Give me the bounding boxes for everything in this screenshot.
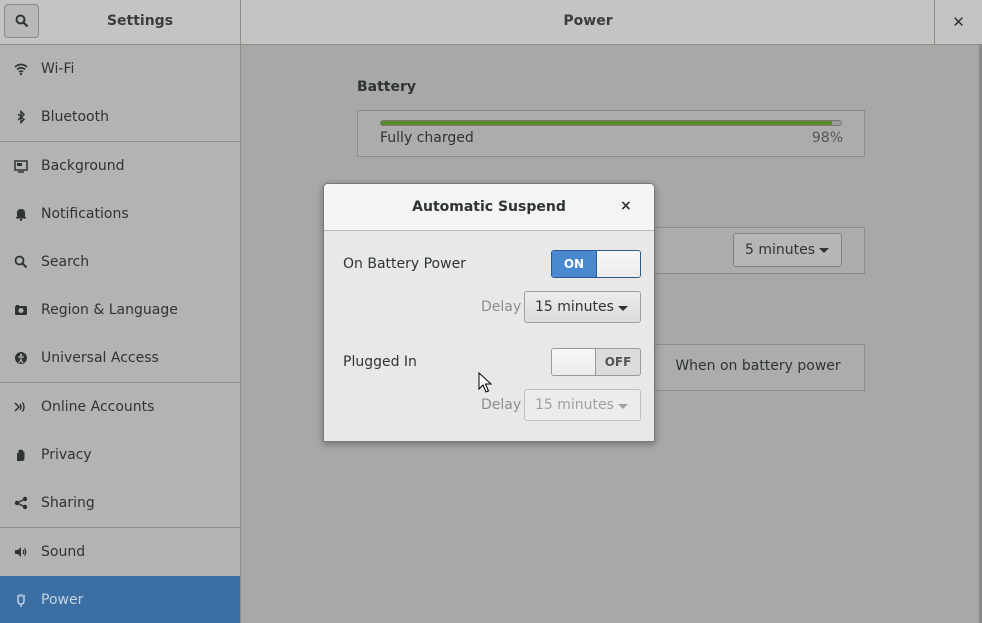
chevron-down-icon [819, 248, 829, 253]
switch-knob [552, 349, 597, 375]
chevron-down-icon [618, 306, 628, 311]
sidebar-item-background[interactable]: Background [0, 142, 240, 190]
switch-knob [595, 251, 640, 277]
battery-percent-text: 98% [811, 130, 843, 146]
header-bar: Settings Power ✕ [0, 0, 982, 45]
sidebar-item-label: Notifications [41, 206, 129, 222]
sidebar-item-privacy[interactable]: Privacy [0, 431, 240, 479]
camera-icon [13, 302, 29, 318]
battery-level-fill [381, 121, 832, 125]
battery-delay-value: 15 minutes [535, 299, 614, 315]
plugged-delay-combo[interactable]: 15 minutes [524, 389, 641, 421]
plugged-delay-value: 15 minutes [535, 397, 614, 413]
sidebar-item-search[interactable]: Search [0, 238, 240, 286]
sidebar-item-label: Power [41, 592, 84, 608]
sidebar-item-region-language[interactable]: Region & Language [0, 286, 240, 334]
sidebar-item-bluetooth[interactable]: Bluetooth [0, 93, 240, 141]
blank-screen-value: 5 minutes [745, 242, 816, 258]
bell-icon [13, 206, 29, 222]
switch-on-label: ON [552, 251, 596, 277]
power-icon [13, 592, 29, 608]
sidebar-item-label: Privacy [41, 447, 92, 463]
switch-off-label: OFF [604, 355, 632, 369]
sidebar-item-online-accounts[interactable]: Online Accounts [0, 383, 240, 431]
sidebar-item-label: Background [41, 158, 125, 174]
blank-screen-combo[interactable]: 5 minutes [733, 233, 842, 267]
plugged-in-switch[interactable]: OFF [551, 348, 641, 376]
sidebar: Wi-Fi Bluetooth Background Notifications… [0, 45, 241, 623]
window-close-button[interactable]: ✕ [935, 0, 982, 44]
delay-label-battery: Delay [481, 299, 522, 315]
background-icon [13, 158, 29, 174]
sidebar-item-universal-access[interactable]: Universal Access [0, 334, 240, 382]
page-title: Power [563, 13, 613, 29]
header-left: Settings [0, 0, 241, 44]
dialog-header: Automatic Suspend × [324, 184, 654, 231]
chevron-down-icon [618, 404, 628, 409]
bluetooth-icon [13, 109, 29, 125]
plugged-in-label: Plugged In [343, 354, 417, 370]
sidebar-item-sound[interactable]: Sound [0, 528, 240, 576]
battery-row: Fully charged 98% [357, 110, 865, 157]
automatic-suspend-dialog: Automatic Suspend × On Battery Power ON … [323, 183, 655, 442]
dialog-close-button[interactable]: × [620, 198, 632, 214]
battery-section-title: Battery [357, 79, 417, 95]
online-accounts-icon [13, 399, 29, 415]
accessibility-icon [13, 350, 29, 366]
close-icon: ✕ [952, 13, 965, 31]
sidebar-item-sharing[interactable]: Sharing [0, 479, 240, 527]
sidebar-item-notifications[interactable]: Notifications [0, 190, 240, 238]
on-battery-switch[interactable]: ON [551, 250, 641, 278]
search-icon [15, 14, 28, 28]
search-button[interactable] [4, 4, 39, 38]
battery-level-bar [380, 120, 842, 126]
on-battery-label: On Battery Power [343, 256, 466, 272]
wifi-icon [13, 61, 29, 77]
sidebar-item-label: Search [41, 254, 90, 270]
suspend-row-value: When on battery power [675, 358, 841, 374]
sidebar-item-label: Sharing [41, 495, 95, 511]
sidebar-item-power[interactable]: Power [0, 576, 240, 623]
app-title: Settings [106, 13, 174, 29]
speaker-icon [13, 544, 29, 560]
sidebar-item-label: Online Accounts [41, 399, 155, 415]
sidebar-item-label: Universal Access [41, 350, 159, 366]
sidebar-item-label: Wi-Fi [41, 61, 75, 77]
dialog-title: Automatic Suspend [412, 199, 566, 215]
delay-label-plugged: Delay [481, 397, 522, 413]
hand-icon [13, 447, 29, 463]
sidebar-item-wifi[interactable]: Wi-Fi [0, 45, 240, 93]
mouse-cursor-icon [478, 372, 492, 393]
share-icon [13, 495, 29, 511]
close-icon: × [620, 198, 632, 214]
sidebar-item-label: Sound [41, 544, 86, 560]
suspend-row[interactable]: When on battery power [652, 344, 865, 391]
battery-delay-combo[interactable]: 15 minutes [524, 291, 641, 323]
sidebar-item-label: Bluetooth [41, 109, 109, 125]
battery-status-text: Fully charged [380, 130, 474, 146]
sidebar-item-label: Region & Language [41, 302, 178, 318]
search-icon [13, 254, 29, 270]
